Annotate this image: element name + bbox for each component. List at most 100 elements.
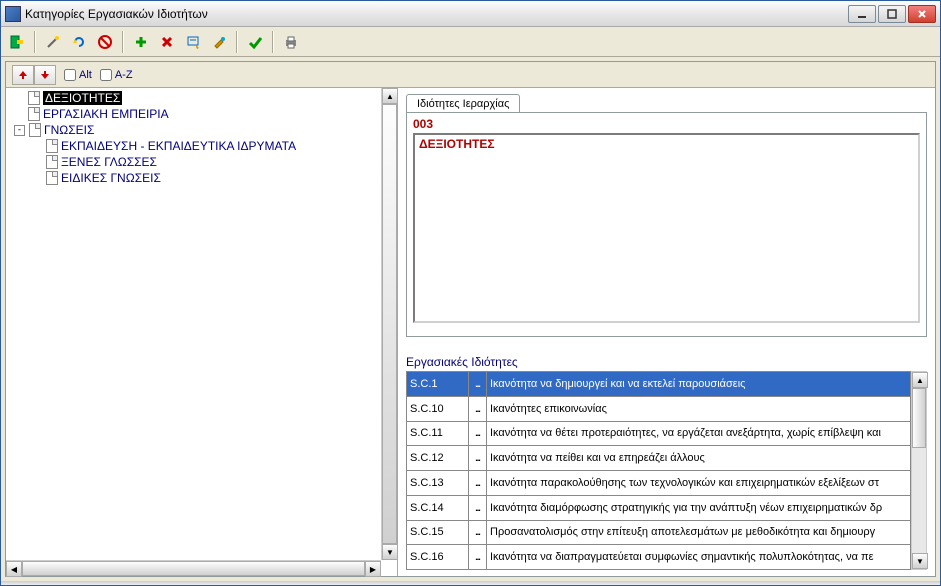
- brush-button[interactable]: [207, 30, 231, 54]
- separator: [236, 31, 238, 53]
- row-description[interactable]: Προσανατολισμός στην επίτευξη αποτελεσμά…: [487, 520, 911, 545]
- tree-item[interactable]: ΕΡΓΑΣΙΑΚΗ ΕΜΠΕΙΡΙΑ: [10, 106, 377, 122]
- tree-item[interactable]: ΕΙΔΙΚΕΣ ΓΝΩΣΕΙΣ: [10, 170, 377, 186]
- table-row[interactable]: S.C.12...Ικανότητα να πείθει και να επηρ…: [407, 446, 911, 471]
- table-row[interactable]: S.C.10...Ικανότητες επικοινωνίας: [407, 396, 911, 421]
- file-icon: [28, 107, 40, 121]
- separator: [34, 31, 36, 53]
- collapse-box-icon[interactable]: -: [14, 125, 25, 136]
- wand-button[interactable]: [41, 30, 65, 54]
- separator: [272, 31, 274, 53]
- scroll-down-icon[interactable]: ▼: [382, 544, 398, 560]
- table-row[interactable]: S.C.14...Ικανότητα διαμόρφωσης στρατηγικ…: [407, 495, 911, 520]
- main-toolbar: [1, 27, 940, 57]
- row-ellipsis-button[interactable]: ...: [469, 421, 487, 446]
- row-description[interactable]: Ικανότητα παρακολούθησης των τεχνολογικώ…: [487, 471, 911, 496]
- row-ellipsis-button[interactable]: ...: [469, 545, 487, 570]
- table-row[interactable]: S.C.15...Προσανατολισμός στην επίτευξη α…: [407, 520, 911, 545]
- row-ellipsis-button[interactable]: ...: [469, 471, 487, 496]
- move-down-button[interactable]: [34, 65, 56, 85]
- table-row[interactable]: S.C.11...Ικανότητα να θέτει προτεραιότητ…: [407, 421, 911, 446]
- decorative-shadow: [1, 581, 940, 585]
- window-title: Κατηγορίες Εργασιακών Ιδιοτήτων: [25, 7, 848, 21]
- row-description[interactable]: Ικανότητα να δημιουργεί και να εκτελεί π…: [487, 372, 911, 397]
- print-button[interactable]: [279, 30, 303, 54]
- tree-horizontal-scrollbar[interactable]: ◀ ▶: [6, 560, 381, 576]
- category-tree[interactable]: ΔΕΞΙΟΤΗΤΕΣ ΕΡΓΑΣΙΑΚΗ ΕΜΠΕΙΡΙΑ - ΓΝΩΣΕΙΣ: [6, 88, 381, 560]
- alt-checkbox-label[interactable]: Alt: [64, 69, 92, 81]
- row-ellipsis-button[interactable]: ...: [469, 520, 487, 545]
- alt-checkbox[interactable]: [64, 69, 76, 81]
- az-checkbox-label[interactable]: A-Z: [100, 69, 133, 81]
- tree-label[interactable]: ΕΙΔΙΚΕΣ ΓΝΩΣΕΙΣ: [61, 171, 161, 185]
- tree-label[interactable]: ΕΡΓΑΣΙΑΚΗ ΕΜΠΕΙΡΙΑ: [43, 107, 169, 121]
- table-row[interactable]: S.C.13...Ικανότητα παρακολούθησης των τε…: [407, 471, 911, 496]
- row-code[interactable]: S.C.12: [407, 446, 469, 471]
- tree-item[interactable]: - ΓΝΩΣΕΙΣ: [10, 122, 377, 138]
- exit-button[interactable]: [5, 30, 29, 54]
- minimize-button[interactable]: [848, 5, 876, 23]
- scroll-up-icon[interactable]: ▲: [382, 88, 398, 104]
- row-ellipsis-button[interactable]: ...: [469, 446, 487, 471]
- maximize-button[interactable]: [878, 5, 906, 23]
- add-button[interactable]: [129, 30, 153, 54]
- scroll-up-icon[interactable]: ▲: [912, 372, 928, 388]
- app-icon: [5, 6, 21, 22]
- row-code[interactable]: S.C.1: [407, 372, 469, 397]
- file-icon: [29, 123, 41, 137]
- title-bar: Κατηγορίες Εργασιακών Ιδιοτήτων: [1, 1, 940, 27]
- properties-table[interactable]: S.C.1...Ικανότητα να δημιουργεί και να ε…: [406, 371, 911, 570]
- file-icon: [46, 171, 58, 185]
- az-checkbox[interactable]: [100, 69, 112, 81]
- row-code[interactable]: S.C.11: [407, 421, 469, 446]
- row-code[interactable]: S.C.13: [407, 471, 469, 496]
- alt-label: Alt: [79, 69, 92, 81]
- row-code[interactable]: S.C.14: [407, 495, 469, 520]
- az-label: A-Z: [115, 69, 133, 81]
- scroll-down-icon[interactable]: ▼: [912, 553, 928, 569]
- table-vertical-scrollbar[interactable]: ▲ ▼: [911, 371, 927, 570]
- close-button[interactable]: [908, 5, 936, 23]
- move-up-button[interactable]: [12, 65, 34, 85]
- tree-toolbar: Alt A-Z: [6, 62, 935, 88]
- row-ellipsis-button[interactable]: ...: [469, 396, 487, 421]
- tree-label[interactable]: ΓΝΩΣΕΙΣ: [44, 123, 94, 137]
- table-row[interactable]: S.C.1...Ικανότητα να δημιουργεί και να ε…: [407, 372, 911, 397]
- tree-item[interactable]: ΔΕΞΙΟΤΗΤΕΣ: [10, 90, 377, 106]
- detail-pane: Ιδιότητες Ιεραρχίας 003 ΔΕΞΙΟΤΗΤΕΣ Εργασ…: [398, 88, 935, 576]
- detail-name: ΔΕΞΙΟΤΗΤΕΣ: [419, 137, 914, 151]
- row-description[interactable]: Ικανότητα να διαπραγματεύεται συμφωνίες …: [487, 545, 911, 570]
- detail-box: 003 ΔΕΞΙΟΤΗΤΕΣ: [406, 112, 927, 337]
- row-description[interactable]: Ικανότητα διαμόρφωσης στρατηγικής για τη…: [487, 495, 911, 520]
- separator: [122, 31, 124, 53]
- row-code[interactable]: S.C.15: [407, 520, 469, 545]
- file-icon: [46, 139, 58, 153]
- scroll-left-icon[interactable]: ◀: [6, 561, 22, 577]
- detail-name-field[interactable]: ΔΕΞΙΟΤΗΤΕΣ: [413, 133, 920, 323]
- tree-item[interactable]: ΞΕΝΕΣ ΓΛΩΣΣΕΣ: [10, 154, 377, 170]
- tree-pane: ΔΕΞΙΟΤΗΤΕΣ ΕΡΓΑΣΙΑΚΗ ΕΜΠΕΙΡΙΑ - ΓΝΩΣΕΙΣ: [6, 88, 398, 576]
- tree-item[interactable]: ΕΚΠΑΙΔΕΥΣΗ - ΕΚΠΑΙΔΕΥΤΙΚΑ ΙΔΡΥΜΑΤΑ: [10, 138, 377, 154]
- tree-label[interactable]: ΕΚΠΑΙΔΕΥΣΗ - ΕΚΠΑΙΔΕΥΤΙΚΑ ΙΔΡΥΜΑΤΑ: [61, 139, 296, 153]
- table-row[interactable]: S.C.16...Ικανότητα να διαπραγματεύεται σ…: [407, 545, 911, 570]
- cancel-circle-button[interactable]: [93, 30, 117, 54]
- edit-button[interactable]: [181, 30, 205, 54]
- row-description[interactable]: Ικανότητα να θέτει προτεραιότητες, να ερ…: [487, 421, 911, 446]
- row-description[interactable]: Ικανότητες επικοινωνίας: [487, 396, 911, 421]
- tree-label[interactable]: ΞΕΝΕΣ ΓΛΩΣΣΕΣ: [61, 155, 157, 169]
- detail-code: 003: [413, 117, 920, 131]
- row-ellipsis-button[interactable]: ...: [469, 372, 487, 397]
- delete-button[interactable]: [155, 30, 179, 54]
- ok-check-button[interactable]: [243, 30, 267, 54]
- tree-vertical-scrollbar[interactable]: ▲ ▼: [381, 88, 397, 560]
- scroll-thumb[interactable]: [912, 388, 926, 448]
- file-icon: [28, 91, 40, 105]
- row-code[interactable]: S.C.10: [407, 396, 469, 421]
- scroll-right-icon[interactable]: ▶: [365, 561, 381, 577]
- row-description[interactable]: Ικανότητα να πείθει και να επηρεάζει άλλ…: [487, 446, 911, 471]
- row-code[interactable]: S.C.16: [407, 545, 469, 570]
- tab-hierarchy-properties[interactable]: Ιδιότητες Ιεραρχίας: [406, 94, 520, 113]
- row-ellipsis-button[interactable]: ...: [469, 495, 487, 520]
- tree-label[interactable]: ΔΕΞΙΟΤΗΤΕΣ: [43, 91, 122, 105]
- refresh-button[interactable]: [67, 30, 91, 54]
